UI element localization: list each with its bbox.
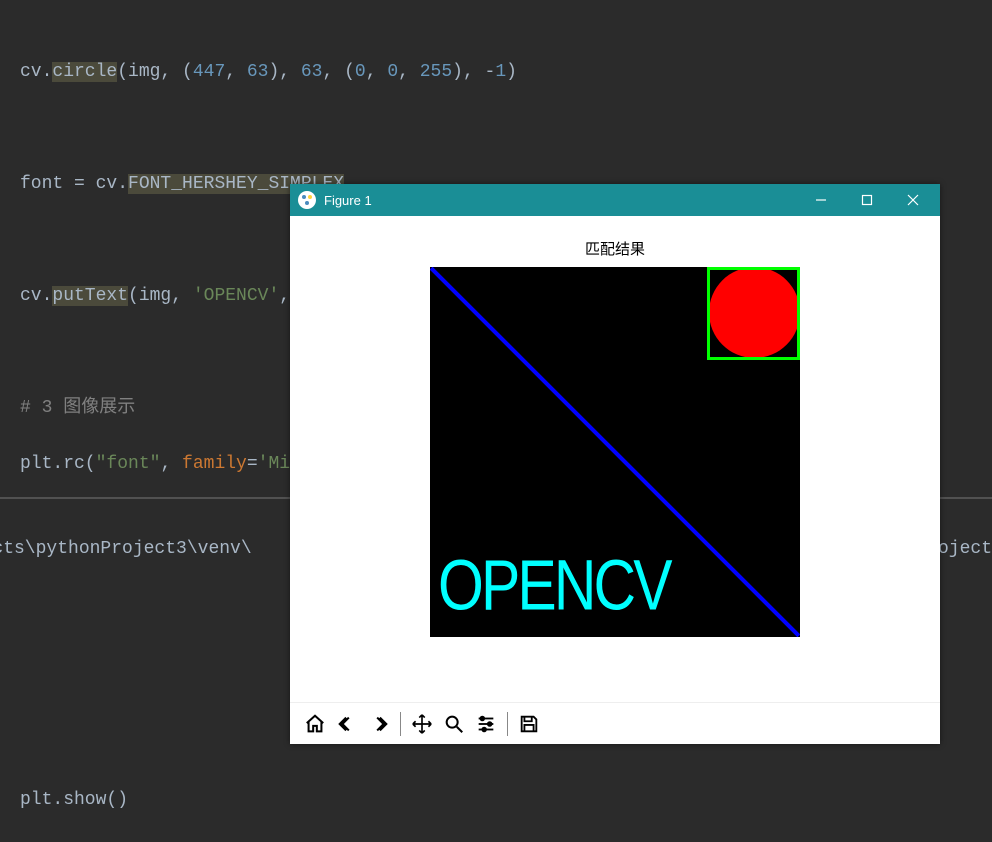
pan-icon[interactable] xyxy=(407,709,437,739)
terminal-output: ojects\pythonProject3\venv\ xyxy=(0,539,252,559)
chart-canvas[interactable]: OPENCV xyxy=(430,267,800,637)
close-button[interactable] xyxy=(890,184,936,216)
chart-title: 匹配结果 xyxy=(585,238,645,259)
save-icon[interactable] xyxy=(514,709,544,739)
code-line: plt.show() xyxy=(20,786,972,814)
green-rectangle xyxy=(707,267,800,360)
window-title: Figure 1 xyxy=(324,193,798,208)
matplotlib-toolbar xyxy=(290,702,940,744)
app-icon xyxy=(298,191,316,209)
separator xyxy=(400,712,401,736)
maximize-button[interactable] xyxy=(844,184,890,216)
forward-icon[interactable] xyxy=(364,709,394,739)
configure-icon[interactable] xyxy=(471,709,501,739)
code-line: cv.circle(img, (447, 63), 63, (0, 0, 255… xyxy=(20,58,972,86)
home-icon[interactable] xyxy=(300,709,330,739)
separator xyxy=(507,712,508,736)
back-icon[interactable] xyxy=(332,709,362,739)
minimize-button[interactable] xyxy=(798,184,844,216)
opencv-text: OPENCV xyxy=(438,545,670,627)
figure-body: 匹配结果 OPENCV xyxy=(290,216,940,702)
titlebar[interactable]: Figure 1 xyxy=(290,184,940,216)
zoom-icon[interactable] xyxy=(439,709,469,739)
figure-window: Figure 1 匹配结果 OPENCV xyxy=(290,184,940,744)
